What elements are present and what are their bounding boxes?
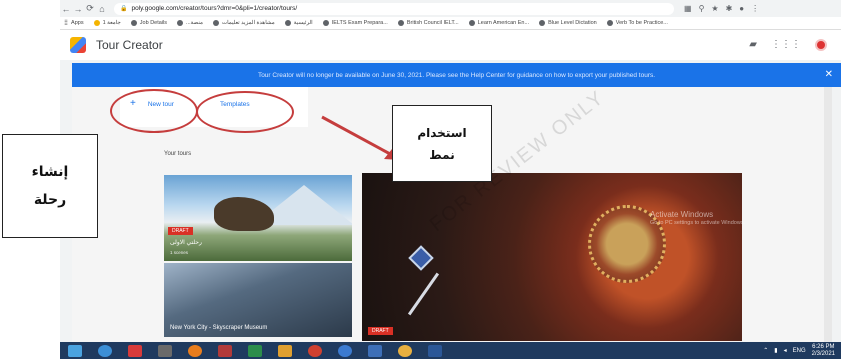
site-icon bbox=[397, 20, 404, 26]
windows-start-icon[interactable] bbox=[68, 344, 82, 357]
vivaldi-icon[interactable] bbox=[128, 344, 142, 357]
tour-card[interactable]: DRAFT bbox=[362, 173, 742, 341]
close-icon[interactable]: ✕ bbox=[825, 69, 833, 80]
puzzle-icon[interactable]: ✱ bbox=[726, 4, 733, 13]
site-icon bbox=[93, 20, 100, 26]
create-tour-callout: إنشاء رحلة bbox=[2, 134, 98, 238]
banner-text: Tour Creator will no longer be available… bbox=[257, 71, 656, 79]
phage-image bbox=[408, 245, 434, 271]
annotation-arrow bbox=[321, 115, 400, 160]
bookmark[interactable]: ...منصة bbox=[177, 20, 203, 26]
tour-creator-logo bbox=[70, 37, 86, 53]
clock-date: 2/3/2021 bbox=[811, 350, 835, 357]
chrome-icon[interactable] bbox=[398, 344, 412, 357]
lock-icon: 🔒 bbox=[120, 6, 128, 12]
language-indicator[interactable]: ENG bbox=[793, 348, 806, 354]
bookmark[interactable]: Verb To be Practice... bbox=[606, 20, 668, 26]
bookmarks-bar: ⣿ Apps جامعة 1 Job Details ...منصة مشاهدة… bbox=[60, 17, 841, 30]
app-icon[interactable] bbox=[278, 344, 292, 357]
callout-line1: استخدام bbox=[417, 125, 467, 140]
site-icon bbox=[468, 20, 475, 26]
network-icon[interactable]: ▮ bbox=[774, 347, 777, 354]
watermark-line2: Go to PC settings to activate Windows. bbox=[650, 220, 746, 226]
site-icon bbox=[284, 20, 291, 26]
tour-title: رحلتي الاولى bbox=[170, 240, 202, 246]
annotation-ellipse-templates bbox=[196, 91, 294, 133]
scrollbar[interactable] bbox=[824, 87, 832, 342]
tour-scenes: 1 scenes bbox=[170, 250, 189, 255]
bookmark[interactable]: Learn American En... bbox=[468, 20, 529, 26]
home-icon[interactable]: ⌂ bbox=[96, 4, 108, 14]
bookmark[interactable]: جامعة 1 bbox=[93, 20, 121, 26]
app-icon[interactable] bbox=[218, 344, 232, 357]
feedback-icon[interactable]: ▰ bbox=[749, 39, 757, 51]
callout-line1: إنشاء bbox=[31, 164, 69, 180]
explorer-icon[interactable] bbox=[158, 344, 172, 357]
clock-time: 6:26 PM bbox=[812, 343, 835, 350]
activate-windows-watermark: Activate Windows Go to PC settings to ac… bbox=[650, 210, 745, 228]
profile-icon[interactable]: ● bbox=[739, 4, 744, 13]
tour-card[interactable]: New York City - Skyscraper Museum bbox=[164, 263, 352, 337]
windows-taskbar: ⌃ ▮ ◂ ENG 6:26 PM 2/3/2021 bbox=[60, 342, 841, 359]
extension-icon[interactable]: ▦ bbox=[684, 4, 692, 13]
bookmark[interactable]: IELTS Exam Prepara... bbox=[322, 20, 388, 26]
apps-icon: ⣿ bbox=[64, 20, 69, 26]
reload-icon[interactable]: ⟳ bbox=[84, 3, 96, 14]
callout-line2: نمط bbox=[429, 147, 455, 162]
app-title: Tour Creator bbox=[96, 38, 163, 52]
ie-icon[interactable] bbox=[98, 344, 112, 357]
callout-line2: رحلة bbox=[33, 192, 67, 208]
volume-icon[interactable]: ◂ bbox=[784, 347, 787, 354]
apps-grid-icon[interactable]: ⋮⋮⋮ bbox=[771, 39, 801, 51]
site-icon bbox=[130, 20, 137, 26]
zoom-icon[interactable]: ⚲ bbox=[699, 4, 705, 13]
menu-icon[interactable]: ⋮ bbox=[751, 4, 759, 13]
tour-title: New York City - Skyscraper Museum bbox=[170, 325, 268, 331]
clock[interactable]: 6:26 PM 2/3/2021 bbox=[812, 344, 835, 358]
draft-badge: DRAFT bbox=[368, 327, 393, 335]
app-icon[interactable] bbox=[248, 344, 262, 357]
tour-card[interactable]: DRAFT رحلتي الاولى 1 scenes bbox=[164, 175, 352, 261]
draft-badge: DRAFT bbox=[168, 227, 193, 235]
phage-tail-image bbox=[407, 272, 440, 316]
address-bar: ← → ⟳ ⌂ 🔒 poly.google.com/creator/tours?… bbox=[60, 0, 841, 17]
bookmark[interactable]: الرئيسية bbox=[284, 20, 313, 26]
site-icon bbox=[539, 20, 546, 26]
deprecation-banner: Tour Creator will no longer be available… bbox=[72, 63, 841, 87]
forward-icon[interactable]: → bbox=[72, 4, 84, 14]
arrow-line bbox=[321, 115, 393, 157]
bookmark[interactable]: Blue Level Dictation bbox=[539, 20, 597, 26]
bookmark-apps[interactable]: ⣿ Apps bbox=[64, 20, 84, 26]
app-header: Tour Creator ▰ ⋮⋮⋮ bbox=[60, 30, 841, 60]
annotation-ellipse-new-tour bbox=[110, 89, 198, 133]
firefox-icon[interactable] bbox=[188, 344, 202, 357]
app-icon[interactable] bbox=[368, 344, 382, 357]
app-icon[interactable] bbox=[308, 344, 322, 357]
use-template-callout: استخدام نمط bbox=[392, 105, 492, 182]
avatar[interactable] bbox=[815, 39, 827, 51]
system-tray: ⌃ ▮ ◂ ENG 6:26 PM 2/3/2021 bbox=[763, 344, 835, 358]
bookmark[interactable]: مشاهدة المزيد تعليمات bbox=[212, 20, 275, 26]
header-actions: ▰ ⋮⋮⋮ bbox=[749, 39, 827, 51]
site-icon bbox=[322, 20, 329, 26]
site-icon bbox=[177, 20, 184, 26]
word-icon[interactable] bbox=[428, 344, 442, 357]
site-icon bbox=[606, 20, 613, 26]
back-icon[interactable]: ← bbox=[60, 4, 72, 14]
bookmark[interactable]: British Council IELT... bbox=[397, 20, 459, 26]
chevron-up-icon[interactable]: ⌃ bbox=[763, 347, 768, 354]
url-field[interactable]: 🔒 poly.google.com/creator/tours?dmr=0&pl… bbox=[114, 2, 674, 15]
your-tours-heading: Your tours bbox=[164, 151, 192, 157]
watermark-line1: Activate Windows bbox=[650, 210, 714, 219]
app-icon[interactable] bbox=[338, 344, 352, 357]
site-icon bbox=[212, 20, 219, 26]
extensions: ▦ ⚲ ★ ✱ ● ⋮ bbox=[684, 4, 759, 13]
url-text: poly.google.com/creator/tours?dmr=0&pli=… bbox=[131, 5, 298, 12]
bookmark[interactable]: Job Details bbox=[130, 20, 167, 26]
star-icon[interactable]: ★ bbox=[711, 4, 718, 13]
